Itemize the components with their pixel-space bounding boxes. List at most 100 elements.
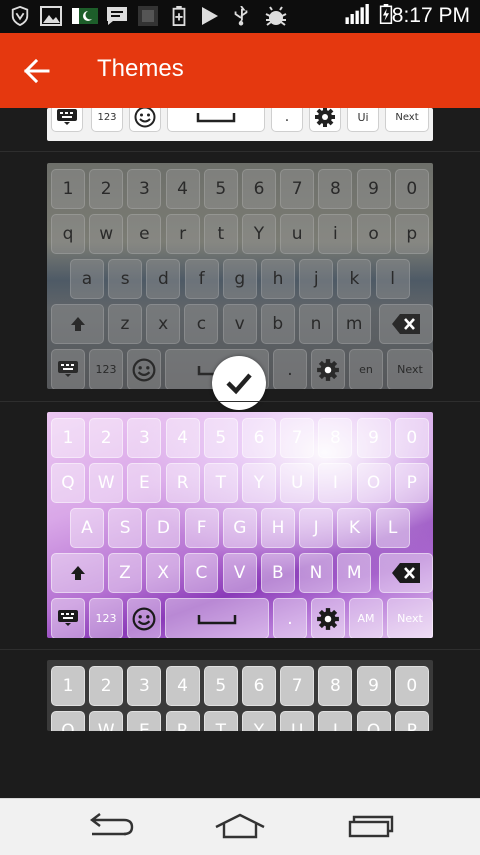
- divider: [0, 151, 480, 152]
- key-label: G: [233, 518, 247, 538]
- key-j: J: [299, 508, 334, 548]
- key-label: D: [156, 518, 170, 538]
- language-key: Ui: [347, 108, 379, 132]
- key-d: d: [146, 259, 181, 299]
- key-label: l: [390, 269, 395, 289]
- key-label: 4: [177, 428, 188, 448]
- key-4: 4: [165, 666, 200, 706]
- pakistan-flag-icon: [72, 8, 98, 24]
- key-label: Z: [119, 563, 131, 583]
- key-9: 9: [356, 418, 391, 458]
- key-d: D: [146, 508, 181, 548]
- key-p: P: [394, 711, 429, 731]
- key-label: t: [217, 224, 225, 244]
- space-bar-icon: [196, 113, 236, 123]
- message-icon: [107, 7, 127, 25]
- key-label: o: [368, 224, 379, 244]
- key-2: 2: [89, 418, 124, 458]
- emoji-key: [129, 108, 161, 132]
- gear-icon: [316, 607, 340, 631]
- key-label: 3: [138, 179, 150, 199]
- space-bar-icon: [197, 613, 237, 625]
- key-h: h: [261, 259, 295, 299]
- key-label: 7: [291, 428, 303, 448]
- key-label: 123: [95, 363, 117, 376]
- key-v: V: [222, 553, 257, 593]
- key-label: N: [309, 563, 323, 583]
- key-r: r: [165, 214, 200, 254]
- back-nav-icon: [90, 813, 134, 836]
- key-label: R: [176, 721, 189, 731]
- battery-saver-icon: [172, 6, 186, 26]
- period-key: .: [273, 349, 307, 389]
- key-o: O: [356, 463, 391, 503]
- theme-preview-light-grey[interactable]: 1 2 3 4 5 6 7 8 9 0 Q W E R T Y U I O P: [47, 660, 433, 731]
- settings-key: [311, 349, 345, 389]
- key-label: E: [139, 721, 150, 731]
- key-label: w: [99, 224, 114, 244]
- key-label: M: [346, 563, 362, 583]
- key-w: w: [89, 214, 124, 254]
- key-label: n: [310, 314, 322, 334]
- key-label: J: [313, 518, 319, 538]
- theme-preview-purple[interactable]: 1 2 3 4 5 6 7 8 9 0 Q W E R T Y U I O P A S D F G H J K L Z X C V B N M 123.…: [47, 412, 433, 638]
- key-label: A: [81, 518, 93, 538]
- key-label: .: [287, 359, 293, 380]
- key-label: 5: [215, 179, 227, 199]
- key-g: G: [222, 508, 257, 548]
- key-label: Next: [397, 612, 423, 625]
- key-y: Y: [242, 463, 276, 503]
- key-e: E: [127, 711, 162, 731]
- theme-preview-white[interactable]: 123 . Ui Next: [47, 108, 433, 141]
- key-c: c: [184, 304, 219, 344]
- key-0: 0: [394, 418, 429, 458]
- space-key: [165, 598, 269, 638]
- key-label: C: [195, 563, 208, 583]
- key-label: 4: [177, 179, 188, 199]
- key-r: R: [165, 463, 200, 503]
- nav-back-button[interactable]: [80, 807, 140, 847]
- backspace-icon: [391, 313, 421, 335]
- key-l: L: [375, 508, 410, 548]
- key-4: 4: [165, 418, 200, 458]
- key-q: Q: [51, 463, 85, 503]
- back-button[interactable]: [16, 51, 58, 91]
- app-bar: Themes: [0, 33, 480, 108]
- home-nav-icon: [215, 813, 265, 839]
- key-label: H: [271, 518, 285, 538]
- key-label: v: [234, 314, 245, 334]
- key-1: 1: [51, 418, 85, 458]
- space-key: [167, 108, 265, 132]
- key-x: X: [146, 553, 181, 593]
- key-label: O: [366, 721, 381, 731]
- key-i: I: [318, 711, 353, 731]
- nav-home-button[interactable]: [210, 807, 270, 847]
- key-label: 3: [138, 428, 150, 448]
- key-label: Y: [253, 473, 265, 493]
- key-p: p: [394, 214, 429, 254]
- key-q: Q: [51, 711, 85, 731]
- key-x: x: [146, 304, 181, 344]
- key-m: M: [337, 553, 372, 593]
- key-label: 1: [62, 179, 74, 199]
- nav-recents-button[interactable]: [340, 807, 400, 847]
- shift-key: [51, 304, 104, 344]
- emoji-keyboard-key: [51, 598, 85, 638]
- key-label: f: [198, 269, 205, 289]
- themes-list[interactable]: 123 . Ui Next 1234567890qwertYuiopasdfgh…: [0, 108, 480, 798]
- key-h: H: [261, 508, 295, 548]
- key-label: p: [406, 224, 418, 244]
- key-label: U: [290, 473, 304, 493]
- image-icon: [40, 6, 62, 26]
- key-f: F: [184, 508, 219, 548]
- smiley-icon: [134, 108, 156, 128]
- key-2: 2: [89, 666, 124, 706]
- key-s: s: [108, 259, 143, 299]
- next-key: Next: [387, 598, 433, 638]
- language-key: AM: [349, 598, 383, 638]
- key-5: 5: [203, 169, 238, 209]
- key-5: 5: [203, 418, 238, 458]
- key-a: a: [70, 259, 104, 299]
- period-key: .: [273, 598, 307, 638]
- app-icon: [138, 6, 158, 26]
